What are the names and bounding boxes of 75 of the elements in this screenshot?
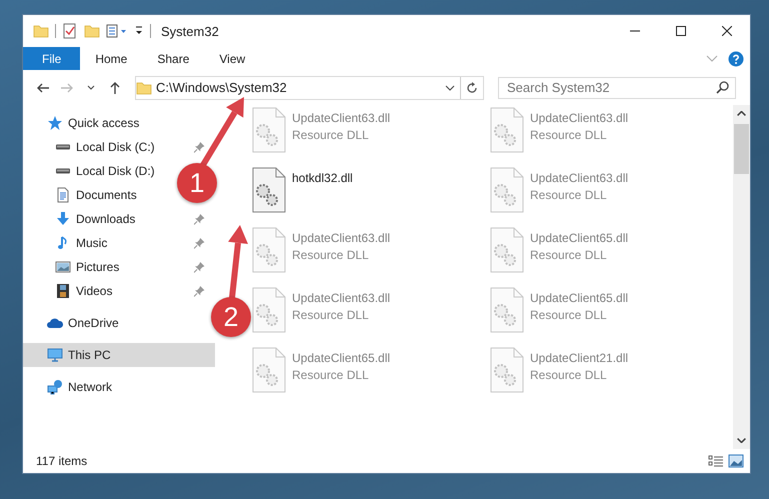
ribbon-tab[interactable]: File: [23, 47, 80, 70]
star-icon: [47, 115, 63, 131]
file-type: Resource DLL: [530, 248, 608, 262]
back-icon[interactable]: [36, 80, 50, 94]
sidebar-item[interactable]: Local Disk (C:): [76, 140, 155, 154]
file-name[interactable]: UpdateClient63.dll: [530, 111, 628, 125]
ribbon-tab[interactable]: Share: [142, 47, 204, 70]
scroll-up-icon[interactable]: [737, 111, 746, 116]
sidebar-item[interactable]: Pictures: [76, 260, 120, 274]
file-name[interactable]: UpdateClient65.dll: [292, 351, 390, 365]
address-bar[interactable]: C:\Windows\System32: [135, 76, 484, 100]
file-name[interactable]: UpdateClient65.dll: [530, 291, 628, 305]
sidebar-item[interactable]: Videos: [76, 284, 112, 298]
sidebar-item[interactable]: Documents: [76, 188, 137, 202]
file-type: Resource DLL: [292, 308, 370, 322]
scroll-thumb[interactable]: [734, 124, 749, 174]
file-type: Resource DLL: [530, 188, 608, 202]
properties-icon[interactable]: [106, 23, 128, 39]
up-icon[interactable]: [108, 80, 122, 94]
window-title: System32: [161, 24, 219, 38]
pin-icon[interactable]: [194, 262, 205, 272]
drive-icon: [55, 144, 71, 150]
search-field[interactable]: Search System32: [498, 76, 736, 98]
folder-icon: [136, 80, 152, 96]
film-icon: [55, 283, 71, 299]
sidebar-item[interactable]: Quick access: [68, 116, 140, 130]
drive-icon: [55, 168, 71, 174]
dll-file-icon[interactable]: [252, 167, 286, 213]
file-name[interactable]: hotkdl32.dll: [292, 171, 353, 185]
file-name[interactable]: UpdateClient21.dll: [530, 351, 628, 365]
large-icons-view-icon[interactable]: [728, 454, 744, 468]
file-type: Resource DLL: [530, 308, 608, 322]
pin-icon[interactable]: [194, 142, 205, 152]
sidebar-item[interactable]: Network: [68, 380, 112, 394]
address-path: C:\Windows\System32: [156, 80, 288, 95]
sidebar-item[interactable]: Music: [76, 236, 108, 250]
file-type: Resource DLL: [292, 248, 370, 262]
item-count: 117 items: [36, 454, 88, 468]
details-view-icon[interactable]: [708, 454, 724, 468]
sidebar-item[interactable]: This PC: [23, 343, 215, 367]
refresh-icon: [466, 82, 478, 94]
ribbon-tab[interactable]: Home: [80, 47, 142, 70]
file-name[interactable]: UpdateClient63.dll: [292, 111, 390, 125]
file-name[interactable]: UpdateClient63.dll: [530, 171, 628, 185]
pin-icon[interactable]: [194, 214, 205, 224]
scroll-down-icon[interactable]: [737, 438, 746, 443]
maximize-icon: [676, 26, 686, 36]
help-icon[interactable]: [728, 50, 744, 66]
monitor-icon: [47, 347, 63, 363]
file-type: Resource DLL: [292, 368, 370, 382]
file-name[interactable]: UpdateClient65.dll: [530, 231, 628, 245]
close-icon: [722, 26, 732, 36]
folder-icon[interactable]: [33, 23, 49, 39]
file-type: Resource DLL: [292, 128, 370, 142]
sidebar-item[interactable]: Local Disk (D:): [76, 164, 155, 178]
file-type: Resource DLL: [530, 128, 608, 142]
ribbon-tab[interactable]: View: [204, 47, 260, 70]
scrollbar[interactable]: [733, 105, 750, 449]
sidebar-item[interactable]: Downloads: [76, 212, 136, 226]
checklist-icon[interactable]: [62, 23, 78, 39]
pin-icon[interactable]: [194, 286, 205, 296]
folder-icon[interactable]: [84, 23, 100, 39]
file-type: Resource DLL: [530, 368, 608, 382]
document-icon: [55, 187, 71, 203]
pin-icon[interactable]: [194, 238, 205, 248]
picture-icon: [55, 259, 71, 275]
forward-icon[interactable]: [60, 80, 74, 94]
file-name[interactable]: UpdateClient63.dll: [292, 291, 390, 305]
sidebar-item[interactable]: OneDrive: [68, 316, 119, 330]
search-placeholder: Search System32: [507, 80, 611, 95]
search-icon: [716, 81, 729, 94]
download-icon: [55, 211, 71, 227]
network-icon: [47, 379, 63, 395]
file-name[interactable]: UpdateClient63.dll: [292, 231, 390, 245]
chevron-down-icon[interactable]: [445, 84, 455, 90]
